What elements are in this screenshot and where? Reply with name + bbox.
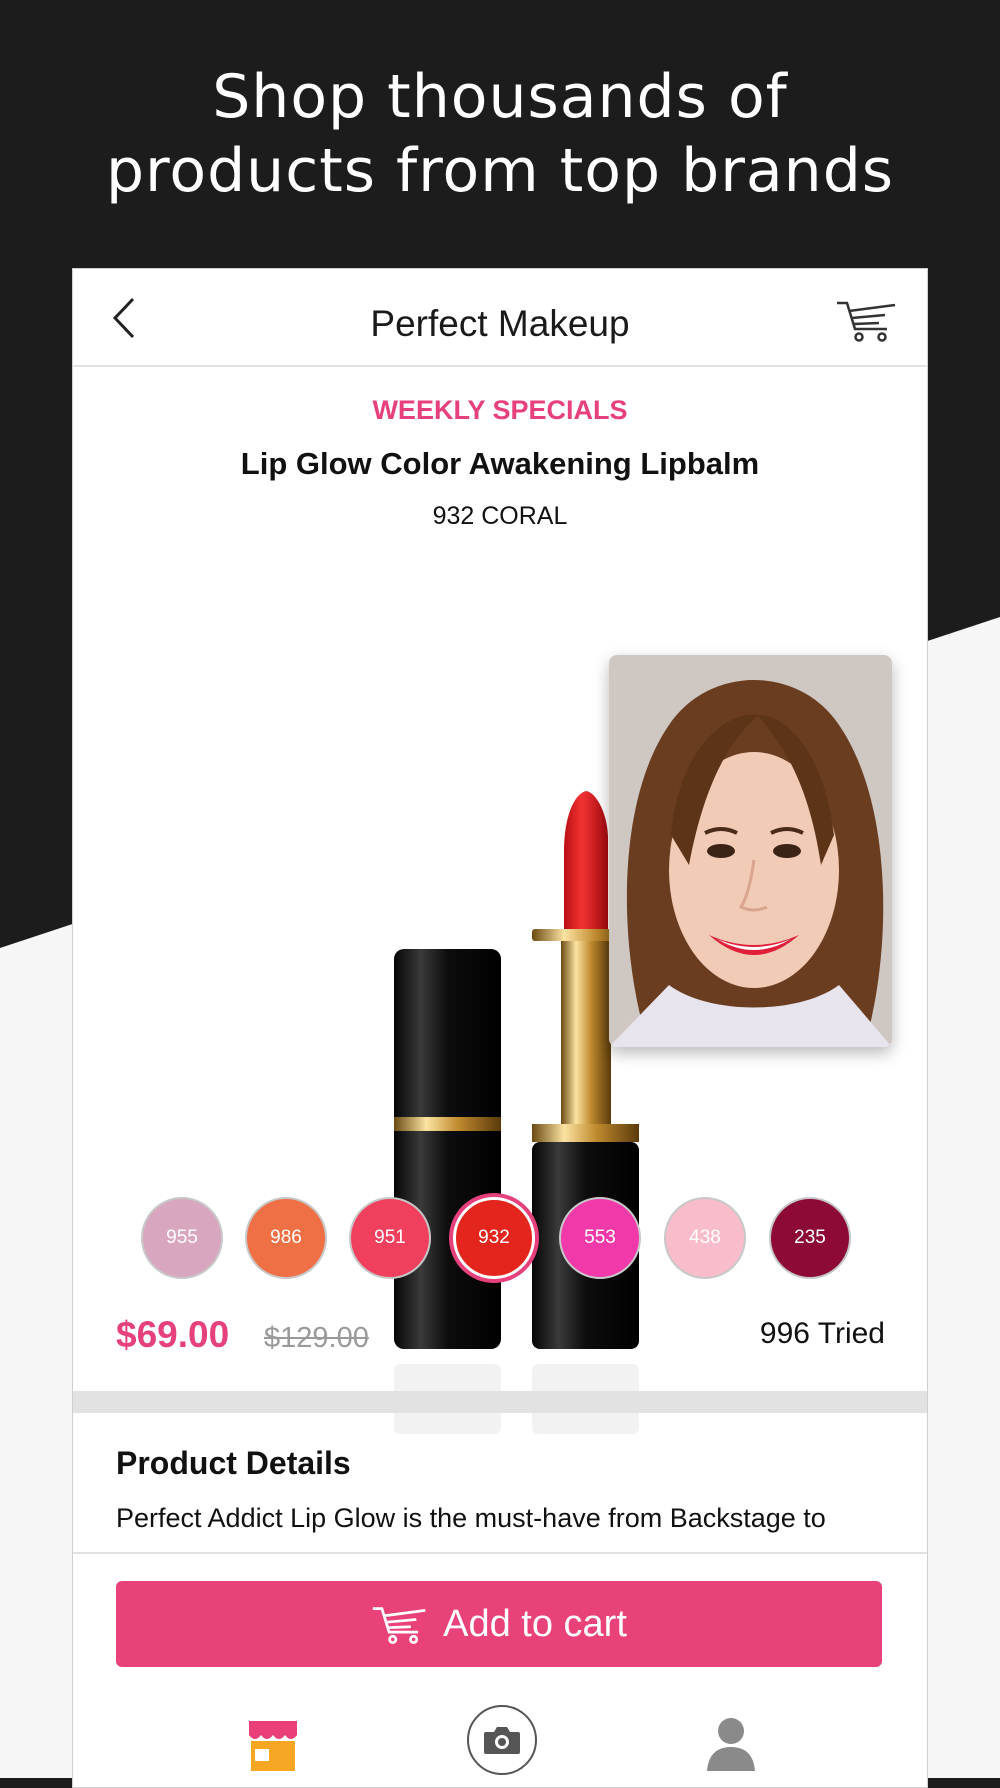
nav-camera[interactable]	[467, 1705, 537, 1775]
swatch-986[interactable]: 986	[245, 1197, 327, 1279]
face-photo	[609, 655, 892, 1047]
swatch-235[interactable]: 235	[769, 1197, 851, 1279]
shade-swatches: 955 986 951 932 553 438 235	[141, 1193, 861, 1283]
swatch-label: 986	[270, 1227, 302, 1248]
swatch-label: 955	[166, 1227, 198, 1248]
lipstick-product-image	[394, 791, 639, 1434]
swatch-label: 951	[374, 1227, 406, 1248]
cart-button[interactable]	[835, 297, 899, 343]
top-bar: Perfect Makeup	[73, 269, 927, 367]
details-text: Perfect Addict Lip Glow is the must-have…	[116, 1503, 826, 1533]
details-divider	[73, 1552, 927, 1554]
model-face-image	[609, 655, 892, 1047]
add-to-cart-button[interactable]: Add to cart	[116, 1581, 882, 1667]
swatch-553[interactable]: 553	[559, 1197, 641, 1279]
page-title: Perfect Makeup	[370, 303, 630, 344]
swatch-955[interactable]: 955	[141, 1197, 223, 1279]
add-to-cart-label: Add to cart	[443, 1602, 627, 1645]
headline: Shop thousands of products from top bran…	[0, 60, 1000, 208]
promo-label: WEEKLY SPECIALS	[372, 395, 628, 425]
swatch-label: 553	[584, 1227, 616, 1248]
camera-icon	[484, 1727, 520, 1754]
swatch-932[interactable]: 932	[453, 1197, 535, 1279]
nav-store[interactable]	[245, 1717, 301, 1773]
original-price: $129.00	[264, 1322, 369, 1354]
nav-profile[interactable]	[705, 1715, 757, 1771]
swatch-label: 438	[689, 1227, 721, 1248]
phone-screen: Perfect Makeup WEEKLY SPECIALS Lip Glow …	[72, 268, 928, 1788]
section-divider	[73, 1391, 927, 1413]
shopping-cart-icon	[372, 1607, 426, 1644]
headline-line-1: Shop thousands of	[212, 62, 788, 132]
swatch-label: 932	[478, 1227, 510, 1248]
current-price: $69.00	[116, 1314, 230, 1355]
details-title: Product Details	[116, 1445, 351, 1481]
shopping-cart-icon	[837, 301, 896, 342]
shade-name: 932 CORAL	[432, 502, 568, 530]
swatch-951[interactable]: 951	[349, 1197, 431, 1279]
swatch-438[interactable]: 438	[664, 1197, 746, 1279]
profile-icon	[707, 1718, 755, 1771]
headline-line-2: products from top brands	[105, 136, 895, 206]
swatch-label: 235	[794, 1227, 826, 1248]
product-name: Lip Glow Color Awakening Lipbalm	[240, 446, 760, 481]
tried-count: 996 Tried	[759, 1317, 885, 1350]
store-icon	[249, 1721, 297, 1771]
